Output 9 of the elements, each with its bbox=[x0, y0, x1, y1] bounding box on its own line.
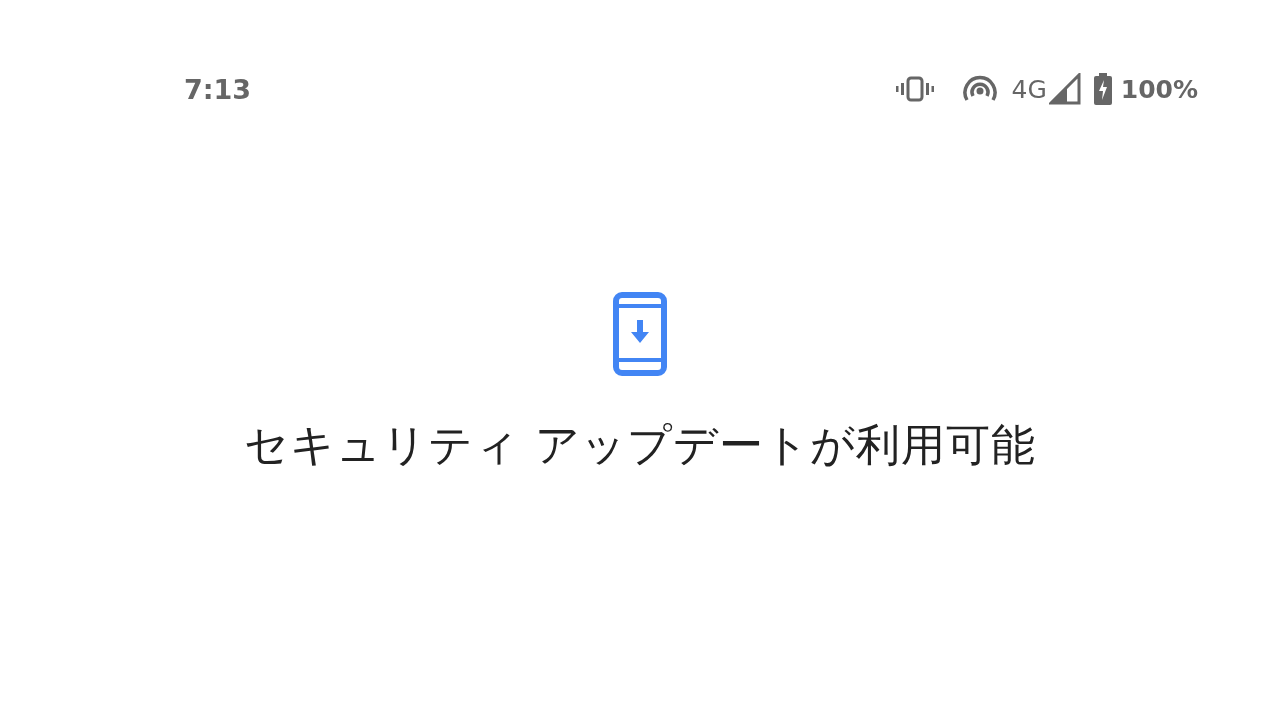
update-title: セキュリティ アップデートが利用可能 bbox=[244, 418, 1036, 472]
battery-charging-icon bbox=[1092, 73, 1113, 105]
signal-icon bbox=[1048, 73, 1081, 105]
status-time: 7:13 bbox=[184, 73, 252, 105]
phone-download-icon bbox=[613, 292, 667, 376]
hotspot-icon bbox=[961, 74, 1000, 104]
battery-percentage: 100% bbox=[1120, 74, 1198, 104]
network-type: 4G bbox=[1011, 74, 1047, 104]
vibrate-icon bbox=[895, 76, 936, 102]
